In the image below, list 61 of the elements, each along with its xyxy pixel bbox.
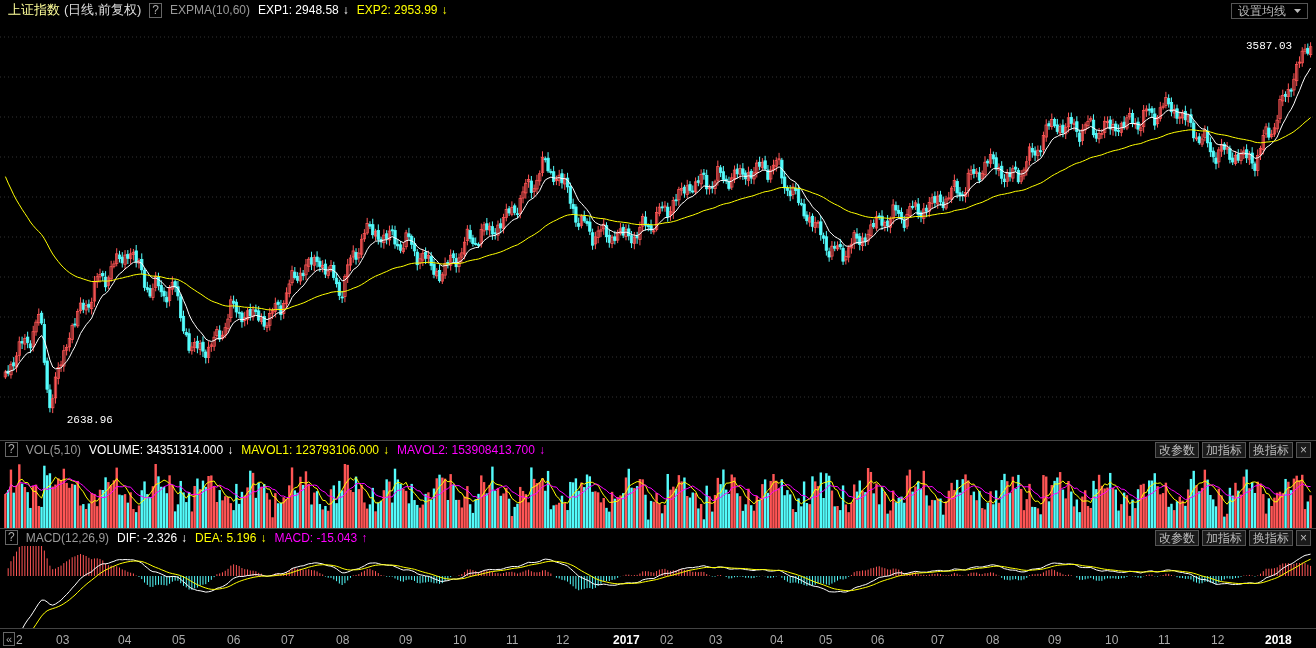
- panel-button[interactable]: 换指标: [1249, 529, 1293, 546]
- time-axis-label: 02: [660, 632, 674, 648]
- time-axis-label: 09: [1048, 632, 1062, 648]
- panel-button[interactable]: 改参数: [1155, 529, 1199, 546]
- indicator-reading: MAVOL2: 153908413.700: [397, 441, 535, 459]
- time-axis-label: 04: [770, 632, 784, 648]
- time-axis-label: 08: [336, 632, 350, 648]
- trend-arrow: ↓: [227, 441, 234, 459]
- time-axis-label: 03: [56, 632, 70, 648]
- help-button[interactable]: ?: [5, 442, 18, 457]
- indicator-reading: DIF: -2.326: [117, 529, 178, 547]
- close-button[interactable]: ×: [1296, 529, 1311, 546]
- trend-arrow: ↓: [342, 2, 349, 19]
- trend-arrow: ↓: [181, 529, 188, 547]
- trend-arrow: ↑: [361, 529, 368, 547]
- indicator-reading: VOLUME: 34351314.000: [89, 441, 224, 459]
- indicator-reading: DEA: 5.196: [195, 529, 257, 547]
- indicator-name: VOL(5,10): [25, 441, 82, 459]
- caret-icon: [1294, 9, 1301, 13]
- time-axis-label: 09: [399, 632, 413, 648]
- time-axis-label: 07: [931, 632, 945, 648]
- time-axis-label: 10: [453, 632, 467, 648]
- time-axis-label: 06: [871, 632, 885, 648]
- panel-button[interactable]: 加指标: [1202, 529, 1246, 546]
- time-axis-label: 2018: [1265, 632, 1292, 648]
- trend-arrow: ↓: [383, 441, 390, 459]
- indicator-reading: MAVOL1: 123793106.000: [241, 441, 380, 459]
- indicator-name: EXPMA(10,60): [169, 2, 250, 19]
- time-axis-label: 08: [986, 632, 1000, 648]
- period-label: (日线,前复权): [64, 1, 142, 20]
- indicator-reading: MACD: -15.043: [274, 529, 358, 547]
- time-axis-label: 12: [556, 632, 570, 648]
- max-price-label: 3587.03: [1246, 39, 1293, 54]
- time-axis-label: 03: [709, 632, 723, 648]
- time-axis-label: 07: [281, 632, 295, 648]
- panel-button[interactable]: 加指标: [1202, 441, 1246, 458]
- indicator-reading: EXP1: 2948.58: [258, 2, 339, 19]
- index-title: 上证指数: [8, 1, 60, 20]
- time-axis-label: 04: [118, 632, 132, 648]
- trend-arrow: ↓: [260, 529, 267, 547]
- indicator-reading: EXP2: 2953.99: [356, 2, 438, 19]
- trend-arrow: ↓: [441, 2, 448, 19]
- help-button[interactable]: ?: [149, 2, 162, 18]
- settings-dropdown[interactable]: 设置均线: [1231, 3, 1308, 19]
- collapse-button[interactable]: «: [3, 632, 16, 646]
- trend-arrow: ↓: [538, 441, 545, 459]
- time-axis-label: 2017: [613, 632, 640, 648]
- close-button[interactable]: ×: [1296, 441, 1311, 458]
- time-axis-label: 2: [16, 632, 23, 648]
- time-axis-label: 12: [1211, 632, 1225, 648]
- time-axis-label: 05: [172, 632, 186, 648]
- time-axis-label: 05: [819, 632, 833, 648]
- time-axis-label: 11: [506, 632, 519, 648]
- time-axis-label: 10: [1105, 632, 1119, 648]
- time-axis-label: 06: [227, 632, 241, 648]
- panel-button[interactable]: 换指标: [1249, 441, 1293, 458]
- time-axis-label: 11: [1158, 632, 1171, 648]
- min-price-label: 2638.96: [66, 413, 113, 428]
- indicator-name: MACD(12,26,9): [25, 529, 110, 547]
- help-button[interactable]: ?: [5, 530, 18, 545]
- panel-button[interactable]: 改参数: [1155, 441, 1199, 458]
